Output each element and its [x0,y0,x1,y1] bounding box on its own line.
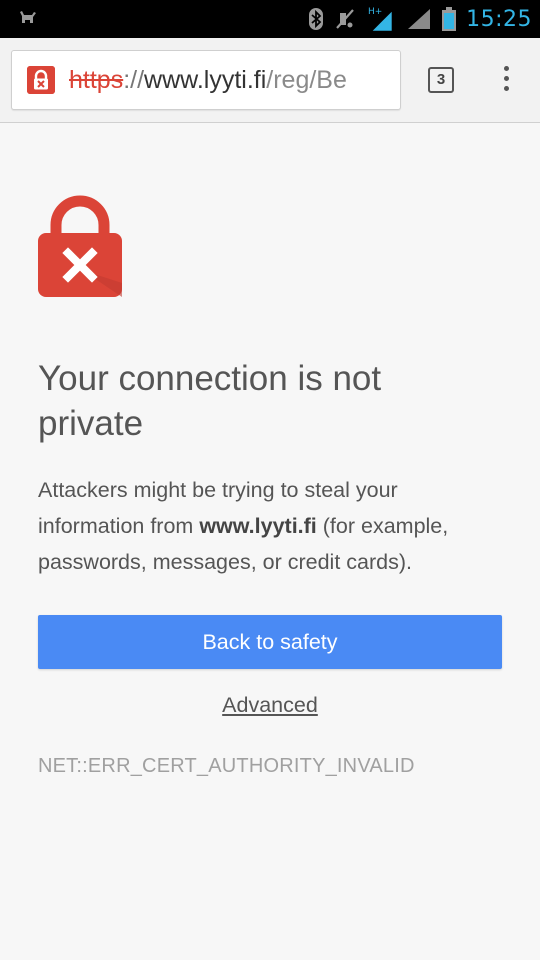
cat-icon [20,11,36,23]
url-scheme: https [69,66,124,94]
warning-message: Attackers might be trying to steal your … [38,472,508,580]
warning-message-host: www.lyyti.fi [199,514,317,538]
broken-lock-icon [38,195,122,297]
omnibox[interactable]: https://www.lyyti.fi/reg/Be [11,50,401,110]
network-type-label: H+ [368,7,382,17]
status-right: H+ 15:25 [308,0,532,38]
advanced-link[interactable]: Advanced [0,693,540,718]
url-text[interactable]: https://www.lyyti.fi/reg/Be [69,51,347,109]
status-bar: H+ 15:25 [0,0,540,38]
broken-lock-icon[interactable] [27,66,55,94]
tab-switcher-button[interactable]: 3 [428,67,454,93]
url-host: www.lyyti.fi [144,66,267,94]
back-to-safety-button[interactable]: Back to safety [38,615,502,669]
url-separator: :// [123,66,145,94]
signal-icon [408,9,431,29]
error-code: NET::ERR_CERT_AUTHORITY_INVALID [38,755,415,777]
mute-icon [336,9,354,29]
battery-icon [442,7,457,31]
bluetooth-icon [309,8,324,30]
overflow-menu-icon[interactable] [496,66,516,94]
url-path: /reg/Be [266,66,347,94]
page-heading: Your connection is not private [38,359,382,443]
browser-toolbar: https://www.lyyti.fi/reg/Be 3 [0,38,540,123]
status-time: 15:25 [466,6,532,32]
signal-h-plus-icon: H+ [368,7,393,32]
